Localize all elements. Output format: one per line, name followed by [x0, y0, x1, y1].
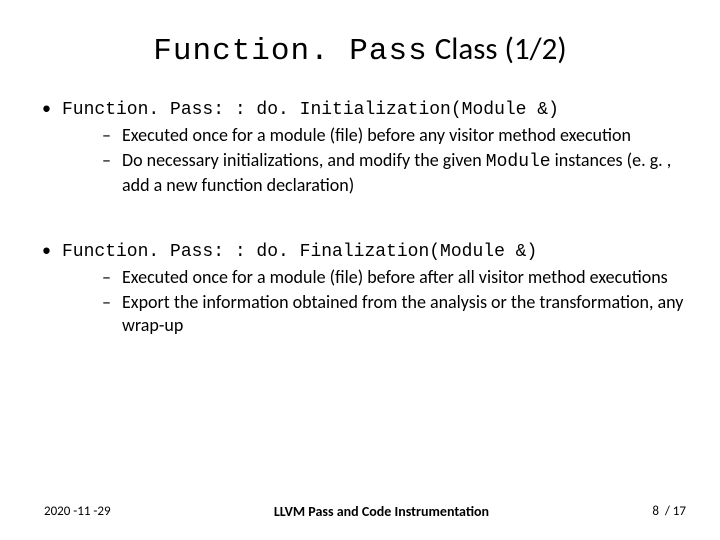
title-mono: Function. Pass — [153, 34, 427, 69]
bullet-1: Function. Pass: : do. Initialization(Mod… — [36, 97, 684, 197]
sub-1-2-mono: Module — [486, 152, 551, 172]
bullet-2: Function. Pass: : do. Finalization(Modul… — [36, 239, 684, 337]
slide: Function. Pass Class (1/2) Function. Pas… — [0, 0, 720, 540]
bullet-1-heading: Function. Pass: : do. Initialization(Mod… — [62, 100, 559, 120]
footer-center: LLVM Pass and Code Instrumentation — [274, 503, 489, 520]
sub-2-1: Executed once for a module (file) before… — [62, 266, 684, 289]
sublist-1: Executed once for a module (file) before… — [62, 124, 684, 197]
sub-1-2-a: Do necessary initializations, and modify… — [122, 149, 486, 171]
slide-footer: 2020 -11 -29 LLVM Pass and Code Instrume… — [0, 503, 720, 520]
bullet-list-2: Function. Pass: : do. Finalization(Modul… — [36, 239, 684, 337]
footer-date: 2020 -11 -29 — [44, 504, 111, 519]
sublist-2: Executed once for a module (file) before… — [62, 266, 684, 337]
slide-title: Function. Pass Class (1/2) — [36, 30, 684, 69]
bullet-list-1: Function. Pass: : do. Initialization(Mod… — [36, 97, 684, 197]
sub-2-2: Export the information obtained from the… — [62, 291, 684, 337]
footer-page: 8 / 17 — [652, 504, 686, 519]
sub-1-1: Executed once for a module (file) before… — [62, 124, 684, 147]
bullet-2-heading: Function. Pass: : do. Finalization(Modul… — [62, 242, 537, 262]
slide-content: Function. Pass: : do. Initialization(Mod… — [36, 97, 684, 337]
title-rest: Class (1/2) — [428, 30, 567, 68]
sub-1-2: Do necessary initializations, and modify… — [62, 149, 684, 197]
